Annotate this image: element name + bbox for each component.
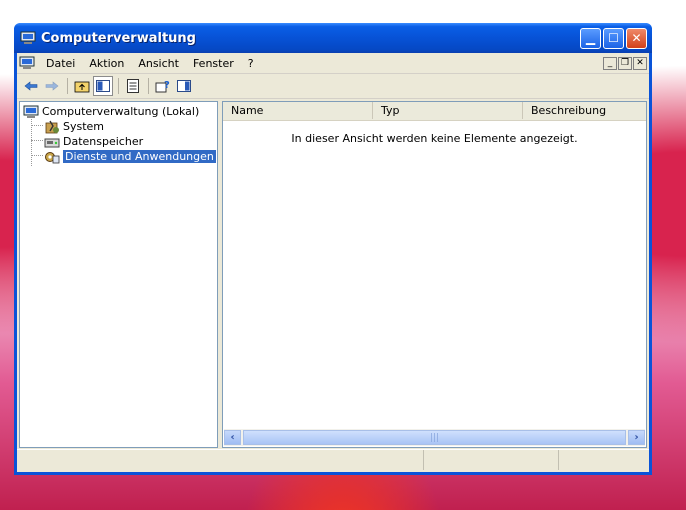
status-panel <box>17 450 424 470</box>
window-client-area: Datei Aktion Ansicht Fenster ? _ ❐ ✕ ? C… <box>17 53 649 472</box>
menu-bar: Datei Aktion Ansicht Fenster ? _ ❐ ✕ <box>17 53 649 74</box>
minimize-button[interactable]: ▁ <box>580 27 601 49</box>
tree-item-label: System <box>63 120 105 133</box>
tree-item-dienste-und-anwendungen[interactable]: Dienste und Anwendungen <box>20 149 217 164</box>
computer-icon <box>23 105 39 118</box>
menu-aktion[interactable]: Aktion <box>82 57 131 70</box>
maximize-icon: ☐ <box>608 31 619 45</box>
close-icon: ✕ <box>631 31 642 45</box>
storage-icon <box>44 138 60 147</box>
services-apps-icon <box>45 151 60 163</box>
menu-help[interactable]: ? <box>241 57 261 70</box>
mdi-minimize-button[interactable]: _ <box>603 56 617 70</box>
action-pane-button[interactable] <box>174 76 194 96</box>
forward-button[interactable] <box>42 76 62 96</box>
tree-item-system[interactable]: System <box>20 119 217 134</box>
toolbar-separator <box>118 78 119 94</box>
console-tree: Computerverwaltung (Lokal) System Datens… <box>19 101 218 448</box>
mdi-restore-button[interactable]: ❐ <box>618 56 632 70</box>
content-area: Computerverwaltung (Lokal) System Datens… <box>17 99 649 448</box>
back-arrow-icon <box>24 81 38 91</box>
tree-item-label: Computerverwaltung (Lokal) <box>42 105 200 118</box>
mdi-controls: _ ❐ ✕ <box>603 56 647 70</box>
empty-list-message: In dieser Ansicht werden keine Elemente … <box>291 132 578 145</box>
window-title: Computerverwaltung <box>41 30 196 46</box>
help-icon: ? <box>155 80 170 93</box>
horizontal-scrollbar[interactable]: ‹ ||| › <box>224 429 645 446</box>
toolbar-separator <box>148 78 149 94</box>
menu-datei[interactable]: Datei <box>39 57 82 70</box>
forward-arrow-icon <box>45 81 59 91</box>
menu-fenster[interactable]: Fenster <box>186 57 241 70</box>
scroll-right-button[interactable]: › <box>628 430 645 445</box>
scroll-thumb[interactable]: ||| <box>243 430 626 445</box>
computer-management-window: Computerverwaltung ▁ ☐ ✕ Datei Aktion An… <box>14 23 652 475</box>
chevron-left-icon: ‹ <box>230 432 235 443</box>
tree-item-label-selected: Dienste und Anwendungen <box>63 150 216 163</box>
menu-ansicht[interactable]: Ansicht <box>131 57 186 70</box>
svg-text:?: ? <box>164 80 170 91</box>
column-header-beschreibung[interactable]: Beschreibung <box>523 102 646 119</box>
result-list: Name Typ Beschreibung In dieser Ansicht … <box>222 101 647 448</box>
list-header: Name Typ Beschreibung <box>223 102 646 121</box>
up-folder-button[interactable] <box>72 76 92 96</box>
title-bar[interactable]: Computerverwaltung ▁ ☐ ✕ <box>14 23 652 53</box>
toolbar-separator <box>67 78 68 94</box>
system-menu-icon[interactable] <box>19 56 35 70</box>
system-tools-icon <box>45 120 59 133</box>
column-header-name[interactable]: Name <box>223 102 373 119</box>
status-panel <box>559 450 649 470</box>
export-list-icon <box>127 79 139 93</box>
action-pane-icon <box>177 80 191 92</box>
status-bar <box>17 449 649 472</box>
computer-icon <box>20 31 36 44</box>
back-button[interactable] <box>21 76 41 96</box>
grip-icon: ||| <box>429 432 440 443</box>
status-panel <box>424 450 559 470</box>
show-tree-button[interactable] <box>93 76 113 96</box>
mdi-close-button[interactable]: ✕ <box>633 56 647 70</box>
scroll-left-button[interactable]: ‹ <box>224 430 241 445</box>
maximize-button[interactable]: ☐ <box>603 27 624 49</box>
help-button[interactable]: ? <box>153 76 173 96</box>
tree-item-label: Datenspeicher <box>63 135 144 148</box>
chevron-right-icon: › <box>634 432 639 443</box>
tree-item-root[interactable]: Computerverwaltung (Lokal) <box>20 104 217 119</box>
toolbar: ? <box>17 74 649 99</box>
close-button[interactable]: ✕ <box>626 27 647 49</box>
minimize-icon: ▁ <box>585 31 596 45</box>
show-tree-icon <box>96 80 110 92</box>
tree-item-datenspeicher[interactable]: Datenspeicher <box>20 134 217 149</box>
up-folder-icon <box>74 81 90 93</box>
column-header-typ[interactable]: Typ <box>373 102 523 119</box>
export-list-button[interactable] <box>123 76 143 96</box>
